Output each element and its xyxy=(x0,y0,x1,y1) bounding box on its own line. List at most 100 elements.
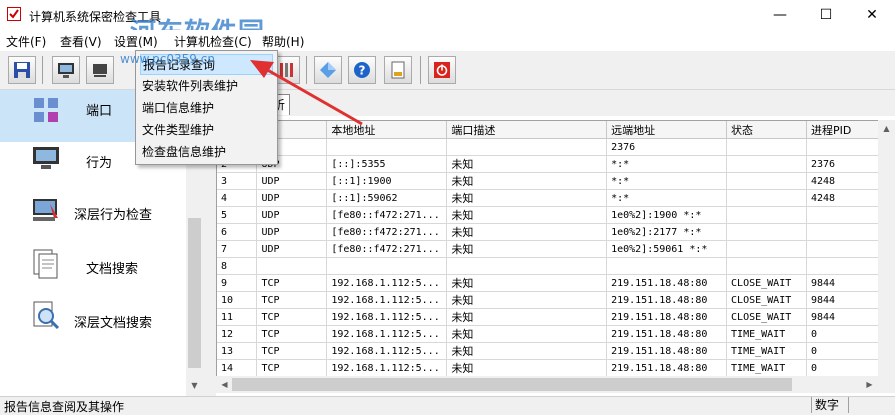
sidebar-scroll-thumb[interactable] xyxy=(188,218,201,368)
table-row[interactable]: 12376 xyxy=(217,138,879,156)
table-cell: 10 xyxy=(217,291,258,309)
table-cell: 9844 xyxy=(806,308,879,326)
column-header[interactable]: 远端地址 xyxy=(606,121,728,139)
table-row[interactable]: 4 UDP [::1]:59062 未知 *:* 4248 xyxy=(217,189,879,207)
power-icon xyxy=(434,62,450,78)
table-row[interactable]: 6 UDP [fe80::f472:271... 未知 1e0%2]:2177 *:* xyxy=(217,223,879,241)
table-cell: 未知 xyxy=(446,172,608,190)
table-cell: 5 xyxy=(217,206,258,224)
table-cell: 1e0%2]:2177 *:* xyxy=(606,223,728,241)
monitor-button[interactable] xyxy=(52,56,80,84)
table-row[interactable]: 3 UDP [::1]:1900 未知 *:* 4248 xyxy=(217,172,879,190)
table-cell xyxy=(726,206,807,224)
sidebar-item-label: 端口 xyxy=(86,104,113,119)
save-button[interactable] xyxy=(8,56,36,84)
table-cell: 未知 xyxy=(446,155,608,173)
column-header[interactable]: 进程PID xyxy=(806,121,879,139)
table-cell: UDP xyxy=(256,206,328,224)
table-scroll-left-button[interactable]: ◀ xyxy=(216,376,233,393)
table-cell: 未知 xyxy=(446,359,608,377)
table-cell: 14 xyxy=(217,359,258,377)
table-cell xyxy=(806,240,879,258)
column-header[interactable]: 状态 xyxy=(726,121,807,139)
table-cell: 未知 xyxy=(446,206,608,224)
minimize-button[interactable]: — xyxy=(757,0,803,30)
table-cell: [::1]:1900 xyxy=(326,172,448,190)
sidebar-scroll-down-button[interactable]: ▼ xyxy=(186,377,203,394)
table-cell: 1e0%2]:59061 *:* xyxy=(606,240,728,258)
table-cell xyxy=(326,257,448,275)
table-cell: 219.151.18.48:80 xyxy=(606,274,728,292)
table-cell: 4 xyxy=(217,189,258,207)
table-cell: TCP xyxy=(256,274,328,292)
scrollbar-corner xyxy=(878,376,895,393)
table-cell: 4248 xyxy=(806,172,879,190)
sidebar-item-label: 深层文档搜索 xyxy=(74,316,153,331)
table-cell: CLOSE_WAIT xyxy=(726,291,807,309)
close-button[interactable]: ✕ xyxy=(849,0,895,30)
table-cell: 3 xyxy=(217,172,258,190)
menu-settings[interactable]: 设置(M) xyxy=(114,33,158,50)
table-row[interactable]: 14 TCP 192.168.1.112:5... 未知 219.151.18.48:8… xyxy=(217,359,879,377)
table-cell: [::1]:59062 xyxy=(326,189,448,207)
table-scroll-right-button[interactable]: ▶ xyxy=(861,376,878,393)
deep-behavior-icon xyxy=(33,199,58,221)
table-cell: UDP xyxy=(256,189,328,207)
table-cell: 1e0%2]:1900 *:* xyxy=(606,206,728,224)
sidebar-item-deep-document-search[interactable]: 深层文档搜索 xyxy=(0,294,186,346)
table-cell xyxy=(806,206,879,224)
table-cell xyxy=(726,223,807,241)
deep-document-search-icon xyxy=(33,301,60,330)
table-cell: 未知 xyxy=(446,274,608,292)
table-cell xyxy=(726,240,807,258)
table-row[interactable]: 9 TCP 192.168.1.112:5... 未知 219.151.18.48:80… xyxy=(217,274,879,292)
table-row[interactable]: 10 TCP 192.168.1.112:5... 未知 219.151.18.48:8… xyxy=(217,291,879,309)
sidebar-item-label: 深层行为检查 xyxy=(74,208,153,223)
table-row[interactable]: 5 UDP [fe80::f472:271... 未知 1e0%2]:1900 *:* xyxy=(217,206,879,224)
table-cell: [::]:5355 xyxy=(326,155,448,173)
table-cell xyxy=(726,172,807,190)
table-cell: 12 xyxy=(217,325,258,343)
table-cell: 0 xyxy=(806,325,879,343)
table-cell: *:* xyxy=(606,155,728,173)
table-row[interactable]: 12 TCP 192.168.1.112:5... 未知 219.151.18.48:8… xyxy=(217,325,879,343)
table-cell: [fe80::f472:271... xyxy=(326,223,448,241)
sidebar-item-label: 行为 xyxy=(86,156,113,171)
table-row[interactable]: 8 xyxy=(217,257,879,275)
sidebar-item-deep-behavior[interactable]: 深层行为检查 xyxy=(0,186,186,238)
table-vertical-scrollbar[interactable] xyxy=(878,120,895,376)
table-row[interactable]: 7 UDP [fe80::f472:271... 未知 1e0%2]:59061 *:* xyxy=(217,240,879,258)
power-button[interactable] xyxy=(428,56,456,84)
table-cell: 8 xyxy=(217,257,258,275)
table-row[interactable]: 13 TCP 192.168.1.112:5... 未知 219.151.18.48:8… xyxy=(217,342,879,360)
table-row[interactable]: 2UDP[::]:5355未知*:*2376 xyxy=(217,155,879,173)
table-cell: *:* xyxy=(606,172,728,190)
table-cell: *:* xyxy=(606,189,728,207)
sidebar-item-document-search[interactable]: 文档搜索 xyxy=(0,240,186,292)
table-row[interactable]: 11 TCP 192.168.1.112:5... 未知 219.151.18.48:8… xyxy=(217,308,879,326)
table-cell xyxy=(256,257,328,275)
table-cell xyxy=(806,138,879,156)
table-cell: TIME_WAIT xyxy=(726,359,807,377)
document-button[interactable] xyxy=(384,56,412,84)
table-cell: TCP xyxy=(256,342,328,360)
status-message: 报告信息查阅及其操作 xyxy=(4,400,125,414)
monitor-icon xyxy=(58,63,74,78)
table-cell: 219.151.18.48:80 xyxy=(606,291,728,309)
port-table-grid: 议 本地地址 端口描述 远端地址 状态 进程PID 123762UDP[::]:… xyxy=(217,121,879,377)
table-cell: 0 xyxy=(806,359,879,377)
column-header[interactable]: 端口描述 xyxy=(446,121,608,139)
table-scroll-up-button[interactable]: ▲ xyxy=(878,120,895,137)
table-cell: 6 xyxy=(217,223,258,241)
menu-view[interactable]: 查看(V) xyxy=(60,33,102,50)
table-cell: 2376 xyxy=(806,155,879,173)
computer-check-icon xyxy=(93,64,107,77)
menu-file[interactable]: 文件(F) xyxy=(6,33,46,50)
table-cell: 未知 xyxy=(446,223,608,241)
menu-item-disk-info[interactable]: 检查盘信息维护 xyxy=(140,142,273,163)
computer-check-button[interactable] xyxy=(86,56,114,84)
maximize-button[interactable]: ☐ xyxy=(803,0,849,30)
status-panel xyxy=(848,397,895,413)
table-horizontal-scroll-thumb[interactable] xyxy=(232,378,792,391)
table-cell: TCP xyxy=(256,359,328,377)
